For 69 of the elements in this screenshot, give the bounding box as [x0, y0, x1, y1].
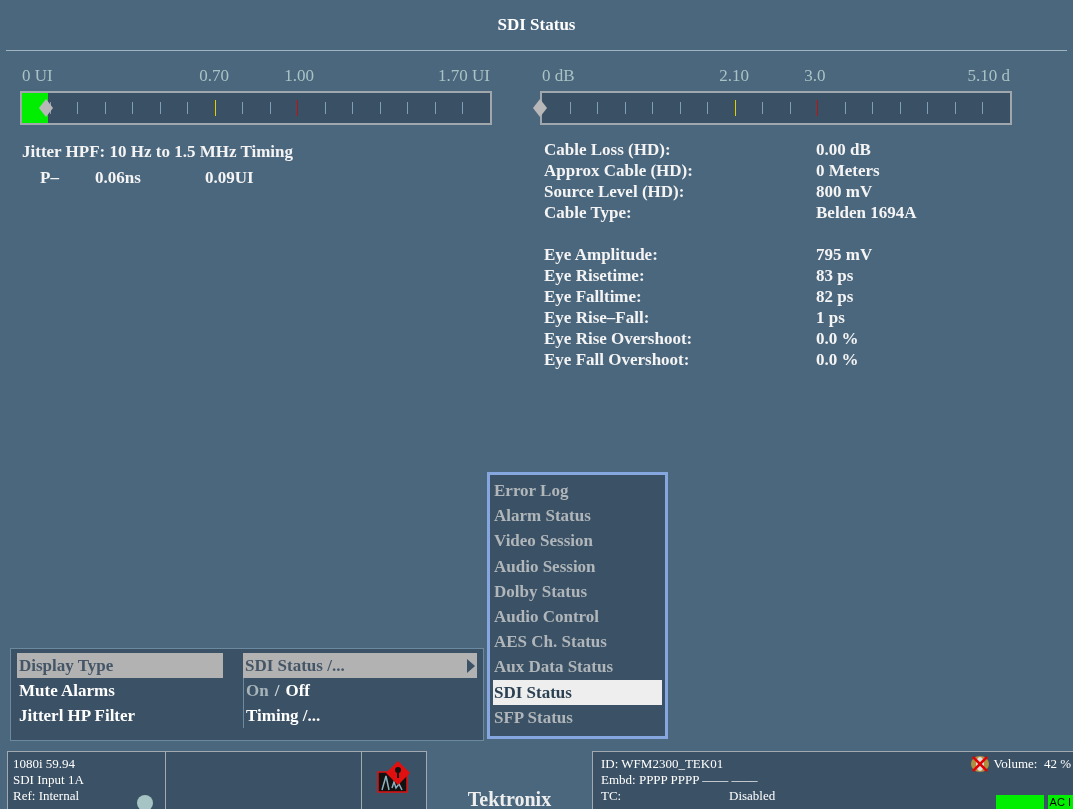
alarm-icon	[377, 760, 411, 794]
field-value: 0.0 %	[816, 328, 859, 349]
brand-logo: Tektronix	[467, 791, 552, 807]
field-label: Eye Falltime:	[544, 286, 643, 307]
speaker-muted-icon	[969, 755, 990, 773]
toggle-option[interactable]: Off	[285, 678, 310, 703]
menu-value-text: SDI Status /...	[245, 655, 345, 677]
meter-thumb[interactable]	[38, 99, 53, 117]
menu-item[interactable]: Display Type	[17, 653, 223, 678]
menu-item[interactable]: Mute Alarms	[17, 678, 223, 703]
jitter-value: 0.09UI	[205, 166, 255, 189]
jitter-value: P–	[40, 166, 60, 189]
meter-thumb[interactable]	[533, 99, 547, 117]
field-value: 800 mV	[816, 181, 873, 202]
field-value: Belden 1694A	[816, 202, 917, 223]
field-label: Eye Rise–Fall:	[544, 307, 651, 328]
popup-menu-item[interactable]: Audio Control	[493, 604, 662, 630]
scale-label: 2.10	[719, 65, 750, 87]
scale-label: 0.70	[199, 65, 230, 87]
popup-menu-item[interactable]: Video Session	[493, 528, 662, 554]
separator-text: /	[274, 680, 280, 702]
popup-menu-item[interactable]: AES Ch. Status	[493, 629, 662, 655]
menu-value[interactable]: SDI Status /...	[243, 653, 477, 678]
input-info: 1080i 59.94	[13, 756, 76, 772]
submenu-arrow-icon	[467, 658, 475, 673]
field-value: 0 Meters	[816, 160, 880, 181]
field-label: Source Level (HD):	[544, 181, 686, 202]
device-id: ID: WFM2300_TEK01	[601, 756, 724, 772]
field-label: Cable Type:	[544, 202, 633, 223]
field-value: 1 ps	[816, 307, 845, 328]
field-label: Eye Rise Overshoot:	[544, 328, 694, 349]
input-info: Ref: Internal	[13, 788, 80, 804]
power-indicator: AC I	[1047, 795, 1073, 809]
popup-menu-item[interactable]: Error Log	[493, 478, 662, 504]
tc-label: TC:	[601, 788, 623, 804]
scale-label: 0 UI	[22, 65, 53, 87]
popup-menu-item[interactable]: SDI Status	[493, 679, 662, 705]
toggle-option[interactable]: On	[246, 678, 269, 703]
field-value: 0.0 %	[816, 349, 859, 370]
jitter-value: 0.06ns	[95, 166, 142, 189]
popup-menu-item[interactable]: Aux Data Status	[493, 654, 662, 680]
menu-item[interactable]: Jitterl HP Filter	[17, 703, 223, 728]
volume-bar	[995, 795, 1044, 809]
popup-menu-item[interactable]: Dolby Status	[493, 578, 662, 604]
field-value: 795 mV	[816, 244, 873, 265]
menu-value[interactable]: Timing /...	[243, 703, 477, 728]
field-label: Cable Loss (HD):	[544, 139, 672, 160]
menu-value-text: Timing /...	[246, 705, 321, 727]
scale-label: 0 dB	[542, 65, 575, 87]
volume-readout: Volume: 42 %	[993, 756, 1071, 772]
scale-label: 1.70 UI	[438, 65, 490, 87]
scale-label: 5.10 d	[967, 65, 1010, 87]
scale-label: 1.00	[284, 65, 315, 87]
field-value: 82 ps	[816, 286, 854, 307]
field-label: Eye Amplitude:	[544, 244, 659, 265]
window-title: SDI Status	[497, 14, 576, 37]
embedded-audio-status: Embd: PPPP PPPP –––– ––––	[601, 772, 758, 788]
input-info: SDI Input 1A	[13, 772, 84, 788]
tc-value: Disabled	[729, 788, 776, 804]
popup-menu-item[interactable]: Alarm Status	[493, 503, 662, 529]
jitter-heading: Jitter HPF: 10 Hz to 1.5 MHz Timing	[22, 141, 294, 163]
field-label: Approx Cable (HD):	[544, 160, 694, 181]
popup-menu-item[interactable]: Audio Session	[493, 553, 662, 579]
field-label: Eye Fall Overshoot:	[544, 349, 691, 370]
popup-menu-item[interactable]: SFP Status	[493, 704, 662, 731]
scale-label: 3.0	[804, 65, 826, 87]
field-value: 0.00 dB	[816, 139, 871, 160]
field-value: 83 ps	[816, 265, 854, 286]
field-label: Eye Risetime:	[544, 265, 646, 286]
